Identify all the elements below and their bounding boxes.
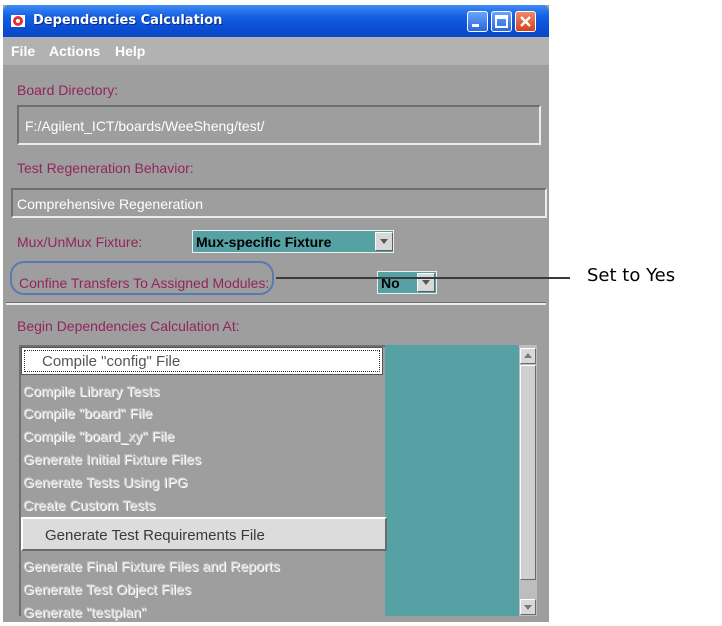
menu-help[interactable]: Help bbox=[115, 43, 145, 59]
mux-fixture-dropdown[interactable]: Mux-specific Fixture bbox=[192, 230, 394, 253]
test-regeneration-field[interactable]: Comprehensive Regeneration bbox=[11, 188, 547, 218]
menu-bar: File Actions Help bbox=[3, 37, 549, 65]
close-button[interactable] bbox=[515, 11, 536, 32]
list-item[interactable]: Generate Test Object Files bbox=[23, 581, 191, 597]
list-item[interactable]: Compile "board_xy" File bbox=[23, 428, 175, 444]
maximize-icon bbox=[495, 15, 508, 28]
scroll-up-icon[interactable] bbox=[520, 348, 536, 364]
window-title: Dependencies Calculation bbox=[33, 13, 223, 28]
dependencies-window: Dependencies Calculation File Actions He… bbox=[3, 5, 549, 622]
app-icon bbox=[11, 15, 25, 27]
menu-actions[interactable]: Actions bbox=[49, 43, 100, 59]
list-item[interactable]: Generate Final Fixture Files and Reports bbox=[23, 558, 280, 574]
list-teal-area bbox=[385, 345, 520, 616]
callout-text: Set to Yes bbox=[587, 265, 676, 286]
scroll-down-icon[interactable] bbox=[520, 599, 536, 615]
list-item[interactable]: Create Custom Tests bbox=[23, 497, 155, 513]
board-directory-value: F:/Agilent_ICT/boards/WeeSheng/test/ bbox=[25, 118, 265, 134]
close-icon bbox=[520, 16, 531, 27]
minimize-button[interactable] bbox=[467, 11, 488, 32]
separator bbox=[6, 302, 546, 305]
test-regeneration-label: Test Regeneration Behavior: bbox=[17, 160, 194, 176]
list-item: Compile "config" File bbox=[42, 353, 181, 370]
maximize-button[interactable] bbox=[491, 11, 512, 32]
list-item[interactable]: Generate "testplan" bbox=[23, 604, 146, 620]
mux-fixture-selected: Mux-specific Fixture bbox=[196, 234, 332, 250]
step-generate-test-requirements[interactable]: Generate Test Requirements File bbox=[21, 517, 387, 551]
list-item[interactable]: Generate Initial Fixture Files bbox=[23, 451, 201, 467]
step-compile-config[interactable]: Compile "config" File bbox=[21, 347, 383, 375]
callout-highlight bbox=[10, 261, 274, 295]
begin-calc-label: Begin Dependencies Calculation At: bbox=[17, 318, 240, 334]
confine-transfers-dropdown[interactable]: No bbox=[377, 271, 437, 294]
list-item[interactable]: Compile Library Tests bbox=[23, 383, 159, 399]
board-directory-label: Board Directory: bbox=[17, 82, 119, 98]
list-scrollbar[interactable] bbox=[519, 345, 537, 616]
callout-leader-line bbox=[276, 277, 570, 279]
list-item[interactable]: Compile "board" File bbox=[23, 405, 152, 421]
title-bar[interactable]: Dependencies Calculation bbox=[3, 5, 549, 37]
scroll-thumb[interactable] bbox=[520, 365, 536, 580]
menu-file[interactable]: File bbox=[11, 43, 35, 59]
list-item: Generate Test Requirements File bbox=[45, 527, 265, 544]
test-regeneration-value: Comprehensive Regeneration bbox=[17, 196, 203, 212]
list-item[interactable]: Generate Tests Using IPG bbox=[23, 474, 188, 490]
minimize-icon bbox=[472, 24, 479, 27]
chevron-down-icon[interactable] bbox=[375, 232, 393, 251]
mux-fixture-label: Mux/UnMux Fixture: bbox=[17, 234, 143, 250]
chevron-down-icon[interactable] bbox=[417, 273, 435, 292]
board-directory-field[interactable]: F:/Agilent_ICT/boards/WeeSheng/test/ bbox=[17, 105, 541, 145]
